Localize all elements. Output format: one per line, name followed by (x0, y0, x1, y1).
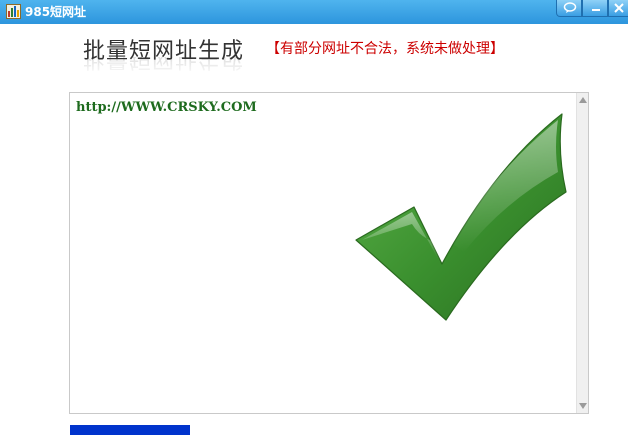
help-button[interactable] (556, 0, 582, 17)
app-icon (6, 4, 21, 19)
scroll-down-arrow-icon[interactable] (579, 403, 587, 409)
title-bar: 985短网址 (0, 0, 628, 24)
minimize-icon (592, 9, 600, 11)
url-input-text[interactable]: http://WWW.CRSKY.COM (76, 100, 257, 115)
success-checkmark-icon (355, 113, 567, 321)
scroll-up-arrow-icon[interactable] (579, 97, 587, 103)
close-button[interactable] (608, 0, 628, 17)
warning-notice: 【有部分网址不合法，系统未做处理】 (266, 41, 504, 57)
page-title-reflection: 批量短网址生成 (83, 57, 245, 71)
close-icon (614, 3, 624, 13)
window-title: 985短网址 (25, 5, 87, 19)
vertical-scrollbar[interactable] (576, 93, 588, 413)
chat-bubble-icon (563, 2, 577, 13)
minimize-button[interactable] (582, 0, 608, 17)
progress-bar (70, 425, 590, 435)
progress-fill (70, 425, 190, 435)
